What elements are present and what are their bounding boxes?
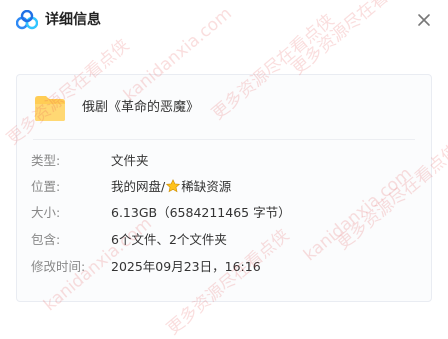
location-label: 位置: xyxy=(31,179,61,194)
type-value: 文件夹 xyxy=(111,153,149,168)
info-row-size: 大小: 6.13GB（6584211465 字节） xyxy=(17,203,431,223)
folder-icon xyxy=(35,96,65,121)
modified-label: 修改时间: xyxy=(31,259,86,274)
type-label: 类型: xyxy=(31,153,61,168)
contains-value: 6个文件、2个文件夹 xyxy=(111,232,227,247)
file-name: 俄剧《革命的恶魔》 xyxy=(82,100,200,115)
info-row-contains: 包含: 6个文件、2个文件夹 xyxy=(17,230,431,250)
info-row-type: 类型: 文件夹 xyxy=(17,151,431,171)
details-panel: 俄剧《革命的恶魔》 类型: 文件夹 位置: 我的网盘/ 稀缺资源 大小: 6.1… xyxy=(16,74,432,302)
modified-value: 2025年09月23日，16:16 xyxy=(111,259,261,274)
close-icon[interactable] xyxy=(412,8,436,32)
contains-label: 包含: xyxy=(31,232,61,247)
info-row-location: 位置: 我的网盘/ 稀缺资源 xyxy=(17,177,431,197)
size-label: 大小: xyxy=(31,205,61,220)
dialog-header: 详细信息 xyxy=(0,0,448,40)
file-row: 俄剧《革命的恶魔》 xyxy=(17,75,431,139)
star-icon xyxy=(166,179,181,193)
dialog-title: 详细信息 xyxy=(45,12,101,28)
baidu-netdisk-logo xyxy=(16,10,38,30)
size-value: 6.13GB（6584211465 字节） xyxy=(111,205,291,220)
location-path-folder[interactable]: 稀缺资源 xyxy=(181,179,231,194)
divider xyxy=(33,139,415,140)
info-row-modified: 修改时间: 2025年09月23日，16:16 xyxy=(17,257,431,277)
location-path-root[interactable]: 我的网盘/ xyxy=(111,179,165,194)
location-value: 我的网盘/ 稀缺资源 xyxy=(111,177,231,197)
